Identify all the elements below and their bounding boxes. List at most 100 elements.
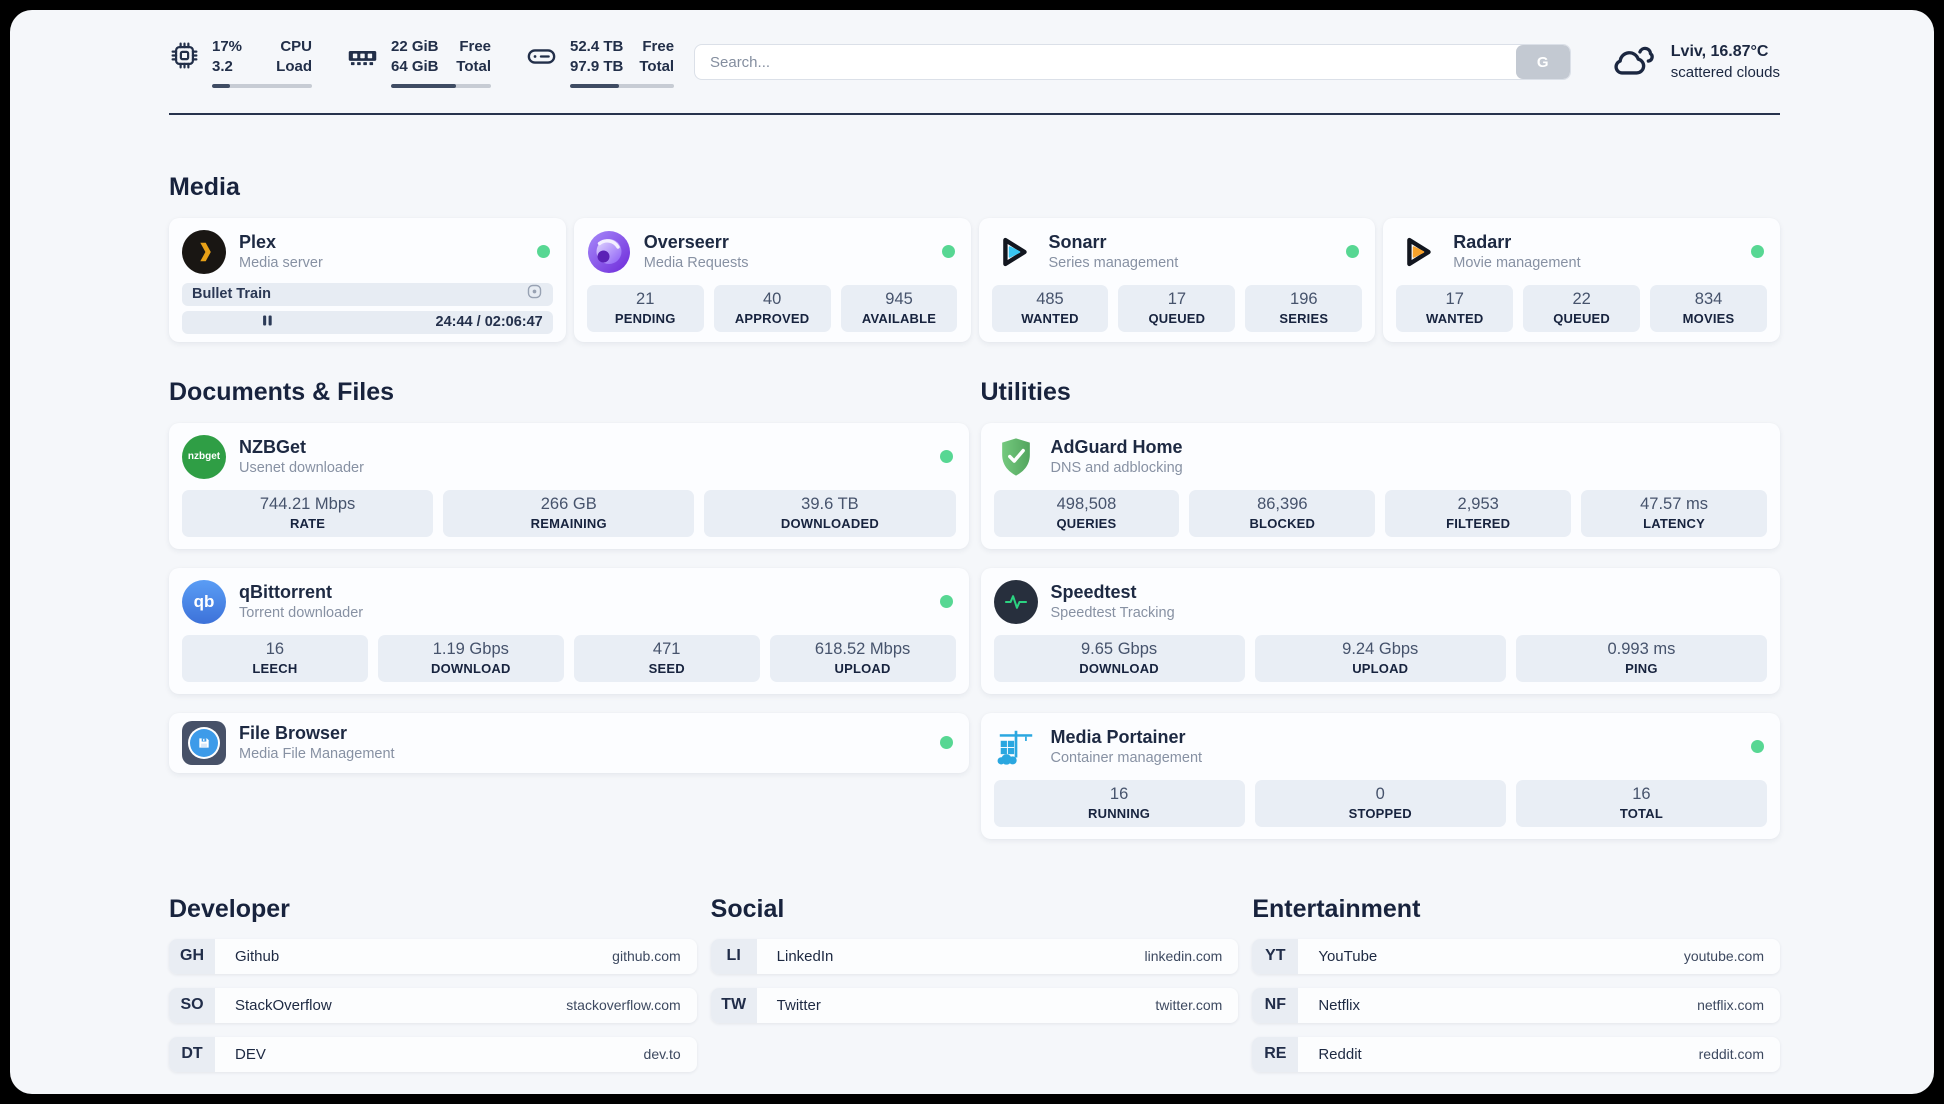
app-card-sonarr[interactable]: Sonarr Series management 485 WANTED 17 Q… bbox=[978, 217, 1376, 342]
cloud-icon bbox=[1611, 39, 1657, 86]
weather-widget: Lviv, 16.87°C scattered clouds bbox=[1611, 39, 1780, 86]
status-dot-online bbox=[939, 450, 953, 463]
now-playing-title: Bullet Train bbox=[192, 286, 271, 302]
bookmark-url: youtube.com bbox=[1683, 948, 1764, 964]
sonarr-icon bbox=[992, 230, 1036, 274]
bookmark-name: Twitter bbox=[776, 996, 821, 1014]
app-description: Series management bbox=[1048, 255, 1179, 272]
app-name: Speedtest bbox=[1050, 581, 1137, 602]
search-input[interactable] bbox=[695, 45, 1516, 80]
plex-now-playing[interactable]: Bullet Train bbox=[182, 282, 553, 306]
status-dot-online bbox=[1346, 245, 1360, 258]
bookmark-name: Github bbox=[235, 947, 280, 965]
app-name: Plex bbox=[239, 231, 277, 252]
bookmark-url: dev.to bbox=[643, 1046, 681, 1062]
storage-total-label: Total bbox=[639, 58, 675, 76]
search-engine-button[interactable]: G bbox=[1515, 45, 1570, 80]
app-name: Overseerr bbox=[643, 231, 729, 252]
stat-box-rate: 744.21 Mbps RATE bbox=[182, 489, 434, 537]
stat-box-series: 196 SERIES bbox=[1245, 284, 1363, 332]
memory-free-value: 22 GiB bbox=[391, 38, 439, 55]
app-name: Media Portainer bbox=[1050, 726, 1186, 747]
app-name: NZBGet bbox=[239, 436, 306, 457]
cpu-usage-label: CPU bbox=[280, 38, 312, 55]
app-description: Usenet downloader bbox=[239, 460, 364, 477]
app-card-adguard[interactable]: AdGuard Home DNS and adblocking 498,508 … bbox=[980, 422, 1780, 549]
app-name: AdGuard Home bbox=[1050, 436, 1183, 457]
memory-total-label: Total bbox=[456, 58, 491, 76]
storage-progress-fill bbox=[570, 83, 619, 88]
ram-icon bbox=[346, 40, 379, 78]
app-description: Speedtest Tracking bbox=[1050, 605, 1175, 622]
storage-stat: 52.4 TB 97.9 TB Free Total bbox=[525, 37, 675, 88]
section-title-entertainment: Entertainment bbox=[1252, 894, 1421, 923]
stat-box-seed: 471 SEED bbox=[573, 634, 760, 682]
nzbget-icon: nzbget bbox=[182, 434, 226, 479]
app-description: Media Requests bbox=[643, 255, 749, 272]
top-bar: 17% 3.2 CPU Load 22 GiB 64 GiB Free Tota… bbox=[169, 37, 1780, 88]
stat-box-filtered: 2,953 FILTERED bbox=[1385, 489, 1572, 537]
section-utilities: Utilities AdGuard Home DNS and adblockin… bbox=[980, 378, 1780, 839]
app-card-plex[interactable]: Plex Media server Bullet Train 24:44 / 0… bbox=[169, 217, 566, 342]
stat-box-stopped: 0 STOPPED bbox=[1254, 779, 1506, 827]
storage-total-value: 97.9 TB bbox=[570, 58, 624, 76]
bookmark-name: DEV bbox=[235, 1045, 266, 1063]
storage-progress-bar bbox=[570, 83, 675, 88]
app-card-nzbget[interactable]: nzbget NZBGet Usenet downloader 744.21 M… bbox=[169, 422, 969, 549]
bookmark-name: YouTube bbox=[1318, 947, 1378, 965]
app-card-speedtest[interactable]: Speedtest Speedtest Tracking 9.65 Gbps D… bbox=[980, 567, 1780, 694]
app-card-filebrowser[interactable]: File Browser Media File Management bbox=[169, 712, 969, 773]
bookmark-name: Reddit bbox=[1318, 1045, 1362, 1063]
app-card-qbittorrent[interactable]: qb qBittorrent Torrent downloader 16 LEE… bbox=[169, 567, 969, 694]
cpu-progress-bar bbox=[212, 83, 312, 88]
bookmark-youtube[interactable]: YT YouTube youtube.com bbox=[1252, 938, 1780, 974]
memory-stat: 22 GiB 64 GiB Free Total bbox=[346, 37, 491, 88]
search-bar: G bbox=[694, 44, 1571, 81]
cpu-load-value: 3.2 bbox=[212, 58, 233, 76]
bookmark-url: netflix.com bbox=[1697, 997, 1764, 1013]
app-card-overseerr[interactable]: Overseerr Media Requests 21 PENDING 40 A… bbox=[573, 217, 971, 342]
stat-box-upload: 618.52 Mbps UPLOAD bbox=[769, 634, 956, 682]
bookmark-abbr: RE bbox=[1252, 1036, 1299, 1072]
app-description: Movie management bbox=[1453, 255, 1581, 272]
app-description: Container management bbox=[1050, 750, 1203, 767]
bookmark-stackoverflow[interactable]: SO StackOverflow stackoverflow.com bbox=[169, 987, 697, 1023]
memory-free-label: Free bbox=[459, 38, 491, 55]
weather-condition: scattered clouds bbox=[1670, 64, 1780, 82]
bookmark-twitter[interactable]: TW Twitter twitter.com bbox=[710, 987, 1239, 1023]
app-card-portainer[interactable]: Media Portainer Container management 16 … bbox=[980, 712, 1780, 839]
app-description: Torrent downloader bbox=[239, 605, 364, 622]
bookmark-abbr: TW bbox=[710, 987, 757, 1023]
stat-box-available: 945 AVAILABLE bbox=[840, 284, 958, 332]
app-card-radarr[interactable]: Radarr Movie management 17 WANTED 22 QUE… bbox=[1383, 217, 1780, 342]
dashboard-page: 17% 3.2 CPU Load 22 GiB 64 GiB Free Tota… bbox=[10, 10, 1934, 1094]
section-developer: Developer GH Github github.com SO StackO… bbox=[169, 895, 697, 1072]
bookmark-abbr: SO bbox=[169, 987, 215, 1023]
stat-box-wanted: 17 WANTED bbox=[1396, 284, 1514, 332]
media-cards-row: Plex Media server Bullet Train 24:44 / 0… bbox=[169, 217, 1780, 342]
stat-box-wanted: 485 WANTED bbox=[991, 284, 1109, 332]
stat-box-movies: 834 MOVIES bbox=[1650, 284, 1767, 332]
bookmark-url: twitter.com bbox=[1155, 997, 1223, 1013]
cpu-progress-fill bbox=[212, 83, 230, 88]
stat-box-pending: 21 PENDING bbox=[586, 284, 704, 332]
bookmark-linkedin[interactable]: LI LinkedIn linkedin.com bbox=[710, 938, 1239, 974]
stat-box-ping: 0.993 ms PING bbox=[1515, 634, 1767, 682]
bookmark-github[interactable]: GH Github github.com bbox=[169, 938, 697, 974]
status-dot-online bbox=[1751, 245, 1764, 258]
session-lens-icon bbox=[526, 283, 543, 305]
stat-box-queued: 17 QUEUED bbox=[1118, 284, 1236, 332]
stat-box-running: 16 RUNNING bbox=[993, 779, 1245, 827]
weather-location-temp: Lviv, 16.87°C bbox=[1670, 43, 1769, 61]
bookmark-dev[interactable]: DT DEV dev.to bbox=[169, 1036, 697, 1072]
app-description: DNS and adblocking bbox=[1050, 460, 1183, 477]
bookmark-netflix[interactable]: NF Netflix netflix.com bbox=[1252, 987, 1780, 1023]
app-name: qBittorrent bbox=[239, 581, 332, 602]
bookmark-url: linkedin.com bbox=[1144, 948, 1223, 964]
status-dot-online bbox=[939, 595, 953, 608]
bookmark-abbr: NF bbox=[1252, 987, 1299, 1023]
bookmark-reddit[interactable]: RE Reddit reddit.com bbox=[1252, 1036, 1780, 1072]
app-name: Radarr bbox=[1453, 231, 1512, 252]
overseerr-icon bbox=[587, 230, 631, 274]
bookmark-abbr: LI bbox=[710, 938, 757, 974]
